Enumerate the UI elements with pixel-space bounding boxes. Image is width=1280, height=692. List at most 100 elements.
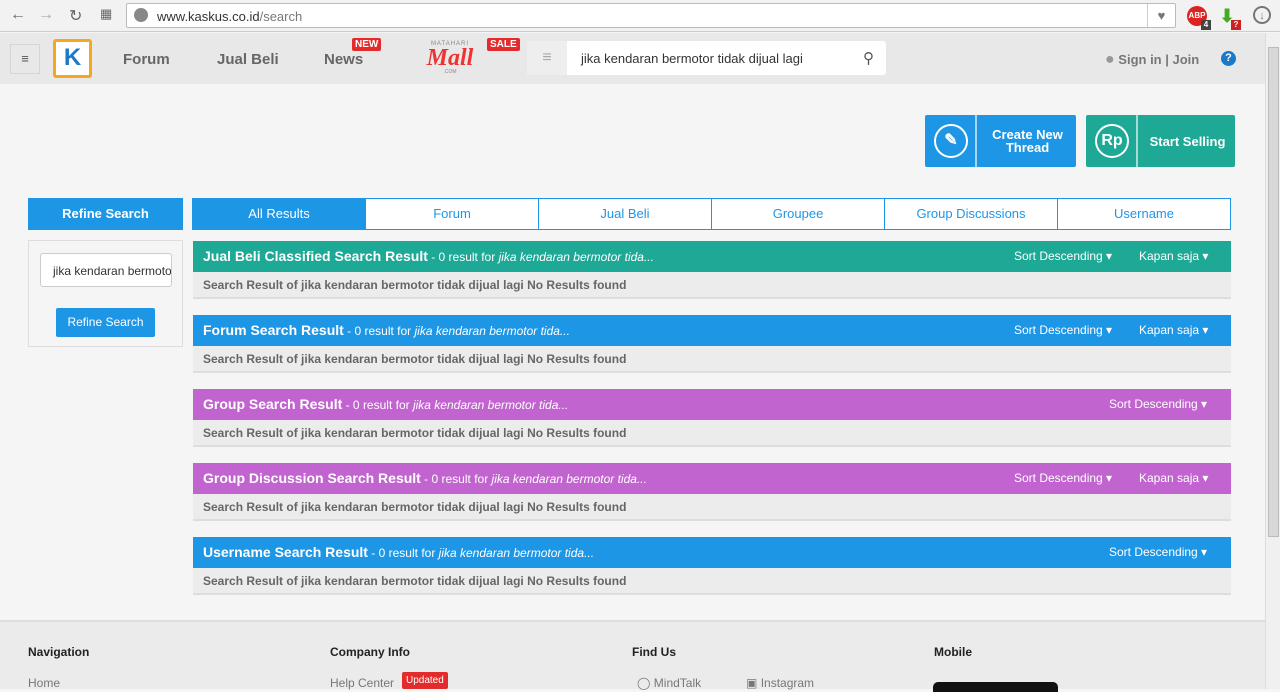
site-header: ≡ K Forum Jual Beli News NEW MATAHARI Ma… bbox=[0, 33, 1265, 84]
app-store-badge[interactable] bbox=[933, 682, 1058, 692]
footer-mobile-heading: Mobile bbox=[934, 645, 972, 659]
refine-search-button[interactable]: Refine Search bbox=[56, 308, 155, 337]
sign-in-area: ● Sign in | Join bbox=[1105, 51, 1200, 68]
result-count: - 0 result for bbox=[427, 250, 499, 264]
mall-com-text: .COM bbox=[443, 69, 457, 75]
join-link[interactable]: Join bbox=[1173, 52, 1200, 67]
result-query: jika kendaran bermotor tida... bbox=[491, 472, 647, 486]
mindtalk-label: MindTalk bbox=[653, 676, 702, 690]
search-icon[interactable]: ⚲ bbox=[863, 49, 874, 67]
apps-icon[interactable]: ▦ bbox=[100, 6, 112, 22]
sort-dropdown[interactable]: Sort Descending ▾ bbox=[1014, 463, 1112, 494]
help-icon[interactable]: ? bbox=[1221, 51, 1236, 66]
section-title: Jual Beli Classified Search Result bbox=[203, 248, 428, 264]
download-extension-icon[interactable]: ⬇? bbox=[1217, 6, 1241, 30]
result-query: jika kendaran bermotor tida... bbox=[438, 546, 595, 560]
tab-groupee[interactable]: Groupee bbox=[711, 198, 885, 230]
section-title: Forum Search Result bbox=[203, 322, 344, 338]
footer: Navigation Home Company Info Help Center… bbox=[0, 620, 1265, 692]
time-dropdown[interactable]: Kapan saja ▾ bbox=[1139, 315, 1208, 346]
url-host: www.kaskus.co.id bbox=[157, 9, 260, 24]
updated-badge: Updated bbox=[402, 672, 448, 689]
section-header: Username Search Result - 0 result for ji… bbox=[193, 537, 1231, 568]
abp-count: 4 bbox=[1201, 20, 1211, 30]
mindtalk-icon: ◯ bbox=[637, 676, 651, 690]
rupiah-icon: Rp bbox=[1095, 124, 1129, 158]
search-result-section: Forum Search Result - 0 result for jika … bbox=[193, 315, 1231, 373]
sale-badge: SALE bbox=[487, 38, 520, 51]
tab-forum[interactable]: Forum bbox=[365, 198, 539, 230]
result-query: jika kendaran bermotor tida... bbox=[498, 250, 654, 264]
search-category-icon[interactable]: ≡ bbox=[527, 41, 567, 75]
user-icon: ● bbox=[1105, 51, 1115, 68]
sort-dropdown[interactable]: Sort Descending ▾ bbox=[1109, 389, 1207, 420]
refine-search-input[interactable]: jika kendaran bermotor tidak dijual lagi bbox=[40, 253, 172, 287]
nav-jual-beli[interactable]: Jual Beli bbox=[217, 51, 279, 68]
result-count: - 0 result for bbox=[367, 546, 439, 560]
search-result-section: Group Discussion Search Result - 0 resul… bbox=[193, 463, 1231, 521]
new-badge: NEW bbox=[352, 38, 382, 51]
section-title: Group Search Result bbox=[203, 396, 343, 412]
sign-in-link[interactable]: Sign in bbox=[1118, 52, 1161, 67]
hamburger-menu-icon[interactable]: ≡ bbox=[10, 44, 40, 74]
kaskus-logo[interactable]: K bbox=[53, 39, 92, 78]
tab-jual-beli[interactable]: Jual Beli bbox=[538, 198, 712, 230]
time-dropdown[interactable]: Kapan saja ▾ bbox=[1139, 463, 1208, 494]
address-bar[interactable]: www.kaskus.co.id/search ♥ bbox=[126, 3, 1176, 28]
header-search-input[interactable]: jika kendaran bermotor tidak dijual lagi bbox=[581, 51, 803, 66]
section-header: Group Search Result - 0 result for jika … bbox=[193, 389, 1231, 420]
section-title: Username Search Result bbox=[203, 544, 368, 560]
result-query: jika kendaran bermotor tida... bbox=[414, 324, 570, 338]
nav-forum[interactable]: Forum bbox=[123, 51, 170, 68]
result-count: - 0 result for bbox=[343, 324, 415, 338]
search-result-section: Jual Beli Classified Search Result - 0 r… bbox=[193, 241, 1231, 299]
footer-find-us-heading: Find Us bbox=[632, 645, 676, 659]
url-path: /search bbox=[259, 9, 303, 24]
vertical-scrollbar[interactable] bbox=[1265, 33, 1280, 689]
footer-mindtalk-link[interactable]: ◯ MindTalk bbox=[637, 676, 701, 690]
result-count: - 0 result for bbox=[420, 472, 492, 486]
reload-icon[interactable]: ↻ bbox=[69, 6, 82, 26]
start-selling-button[interactable]: Rp Start Selling bbox=[1086, 115, 1235, 167]
forward-icon[interactable]: → bbox=[38, 6, 54, 24]
tab-username[interactable]: Username bbox=[1057, 198, 1231, 230]
downloads-icon[interactable]: ↓ bbox=[1253, 6, 1271, 24]
instagram-label: Instagram bbox=[760, 676, 815, 690]
section-header: Jual Beli Classified Search Result - 0 r… bbox=[193, 241, 1231, 272]
sort-dropdown[interactable]: Sort Descending ▾ bbox=[1014, 241, 1112, 272]
nav-news[interactable]: News bbox=[324, 51, 363, 68]
section-header: Group Discussion Search Result - 0 resul… bbox=[193, 463, 1231, 494]
time-dropdown[interactable]: Kapan saja ▾ bbox=[1139, 241, 1208, 272]
scrollbar-thumb[interactable] bbox=[1268, 47, 1279, 537]
ext-badge: ? bbox=[1231, 20, 1241, 30]
start-selling-label: Start Selling bbox=[1149, 133, 1226, 149]
footer-help-center-link[interactable]: Help Center bbox=[330, 676, 394, 690]
refine-search-panel: jika kendaran bermotor tidak dijual lagi… bbox=[28, 240, 183, 347]
footer-instagram-link[interactable]: ▣ Instagram bbox=[746, 676, 814, 690]
result-tabs: All Results Forum Jual Beli Groupee Grou… bbox=[192, 198, 1231, 230]
section-header: Forum Search Result - 0 result for jika … bbox=[193, 315, 1231, 346]
matahari-mall-logo[interactable]: MATAHARI Mall .COM bbox=[410, 41, 490, 81]
header-search[interactable]: ≡ jika kendaran bermotor tidak dijual la… bbox=[527, 41, 886, 75]
mall-logo-text: Mall bbox=[426, 45, 474, 71]
globe-icon bbox=[134, 8, 148, 22]
create-thread-button[interactable]: ✎ Create New Thread bbox=[925, 115, 1076, 167]
section-body: Search Result of jika kendaran bermotor … bbox=[193, 346, 1231, 373]
footer-home-link[interactable]: Home bbox=[28, 676, 60, 690]
bookmark-heart-icon[interactable]: ♥ bbox=[1147, 4, 1175, 27]
search-result-section: Group Search Result - 0 result for jika … bbox=[193, 389, 1231, 447]
tab-all-results[interactable]: All Results bbox=[192, 198, 366, 230]
section-body: Search Result of jika kendaran bermotor … bbox=[193, 420, 1231, 447]
back-icon[interactable]: ← bbox=[10, 6, 26, 24]
adblock-icon[interactable]: ABP 4 bbox=[1187, 6, 1211, 30]
footer-navigation-heading: Navigation bbox=[28, 645, 90, 659]
section-body: Search Result of jika kendaran bermotor … bbox=[193, 272, 1231, 299]
footer-company-heading: Company Info bbox=[330, 645, 410, 659]
sort-dropdown[interactable]: Sort Descending ▾ bbox=[1109, 537, 1207, 568]
section-body: Search Result of jika kendaran bermotor … bbox=[193, 494, 1231, 521]
result-query: jika kendaran bermotor tida... bbox=[412, 398, 569, 412]
tab-group-discussions[interactable]: Group Discussions bbox=[884, 198, 1058, 230]
pencil-icon: ✎ bbox=[934, 124, 968, 158]
sort-dropdown[interactable]: Sort Descending ▾ bbox=[1014, 315, 1112, 346]
instagram-icon: ▣ bbox=[746, 676, 758, 690]
